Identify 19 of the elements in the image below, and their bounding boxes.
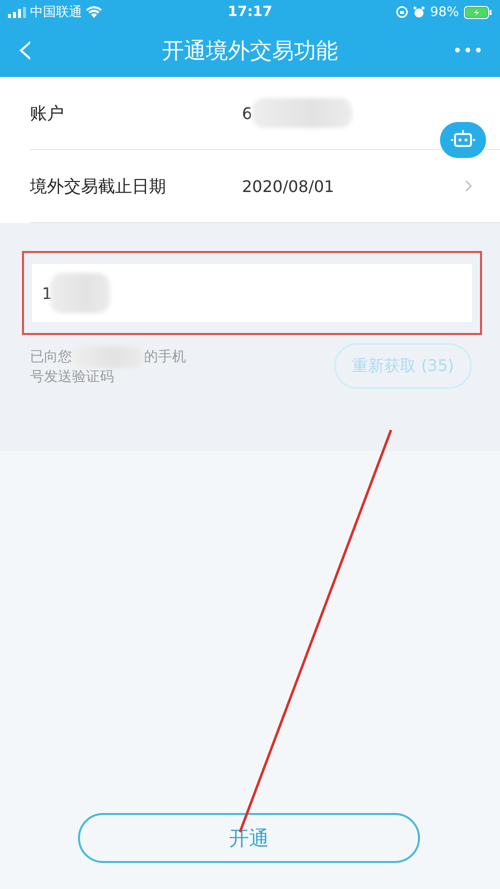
signal-icon [8, 6, 26, 18]
open-service-button[interactable]: 开通 [78, 813, 420, 863]
battery-percent: 98% [430, 4, 460, 20]
redacted-blur [50, 273, 110, 313]
lock-rotation-icon [396, 6, 408, 18]
code-input-field[interactable]: 1 [32, 264, 472, 322]
alarm-icon [413, 6, 426, 18]
field-label: 账户 [30, 102, 65, 124]
sms-notice: 已向您 的手机号发送验证码 [30, 346, 198, 386]
more-button[interactable]: ••• [444, 41, 484, 60]
status-time: 17:17 [228, 4, 272, 20]
field-label: 境外交易截止日期 [30, 176, 167, 198]
page-title: 开通境外交易功能 [161, 38, 339, 66]
back-button[interactable]: ‹ [16, 28, 56, 68]
battery-icon [464, 6, 492, 18]
field-value: 6 [242, 104, 252, 122]
carrier-name: 中国联通 [30, 4, 82, 21]
field-value: 2020/08/01 [242, 176, 334, 196]
wifi-icon [86, 6, 102, 18]
